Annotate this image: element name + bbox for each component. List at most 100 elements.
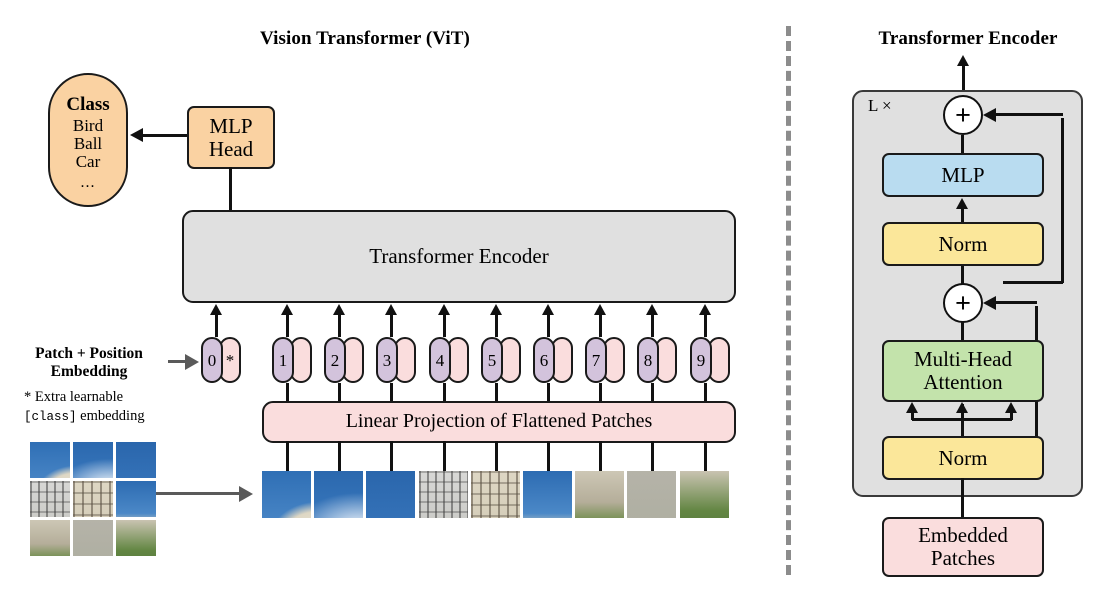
patch-line-3	[390, 441, 393, 473]
attention-label-line2: Attention	[923, 370, 1003, 394]
position-embedding-8: 8	[637, 337, 659, 383]
mlp-block-label: MLP	[941, 162, 985, 187]
footnote-class-code: [class]	[24, 409, 77, 424]
residual-add-top-symbol: +	[955, 99, 971, 130]
patch-line-8	[651, 441, 654, 473]
norm-block-upper-label: Norm	[938, 231, 988, 256]
footnote-line2-suffix: embedding	[76, 407, 145, 424]
source-image-to-patches-line	[155, 492, 240, 496]
linear-projection-label: Linear Projection of Flattened Patches	[345, 410, 653, 433]
token-group-8: 8	[637, 337, 677, 383]
token-arrow-stem-7	[599, 315, 602, 337]
token-arrow-head-6	[542, 304, 554, 315]
token-arrow-head-3	[385, 304, 397, 315]
norm-block-lower: Norm	[882, 436, 1044, 480]
token-group-5: 5	[481, 337, 521, 383]
patch-line-5	[495, 441, 498, 473]
position-embedding-1: 1	[272, 337, 294, 383]
norm-to-mlp-arrowhead	[956, 198, 968, 209]
embedding-label-arrowhead	[185, 354, 199, 370]
encoder-output-arrowhead	[957, 55, 969, 66]
embedding-label-line2: Embedding	[50, 363, 128, 381]
panel-divider	[786, 26, 791, 575]
source-patch-r3c2	[73, 520, 113, 556]
position-embedding-3: 3	[376, 337, 398, 383]
source-patch-r2c2	[73, 481, 113, 517]
patch-tile-4	[419, 471, 468, 518]
token-arrow-stem-5	[495, 315, 498, 337]
position-embedding-0: 0	[201, 337, 223, 383]
patch-tile-5	[471, 471, 520, 518]
source-patch-r3c3	[116, 520, 156, 556]
token-arrow-stem-0	[215, 315, 218, 337]
footnote-line2: [class] embedding	[24, 407, 196, 426]
qkv-stem-value	[1010, 412, 1013, 420]
class-item-bird: Bird	[72, 115, 104, 135]
source-patch-r2c3	[116, 481, 156, 517]
source-patch-r1c2	[73, 442, 113, 478]
residual-skip-top-horizontal-upper	[995, 113, 1063, 116]
class-items-ellipsis: ...	[80, 173, 96, 191]
token-arrow-head-5	[490, 304, 502, 315]
patch-line-6	[547, 441, 550, 473]
attention-label-line1: Multi-Head	[914, 347, 1012, 372]
token-group-2: 2	[324, 337, 364, 383]
patch-position-embedding-label: Patch + Position Embedding	[14, 345, 164, 382]
token-group-7: 7	[585, 337, 625, 383]
source-patch-r3c1	[30, 520, 70, 556]
qkv-arrowhead-value	[1005, 402, 1017, 413]
token-group-4: 4	[429, 337, 469, 383]
class-item-car: Car	[75, 152, 101, 172]
residual-skip-top-horizontal-lower	[1003, 281, 1063, 284]
patch-tile-2	[314, 471, 363, 518]
transformer-encoder-label: Transformer Encoder	[369, 244, 549, 269]
position-embedding-9: 9	[690, 337, 712, 383]
patch-line-7	[599, 441, 602, 473]
position-embedding-7: 7	[585, 337, 607, 383]
token-group-6: 6	[533, 337, 573, 383]
residual-skip-top-vertical	[1061, 118, 1064, 283]
token-arrow-head-0	[210, 304, 222, 315]
class-token-footnote: * Extra learnable [class] embedding	[24, 388, 196, 425]
token-arrow-stem-6	[547, 315, 550, 337]
token-arrow-stem-8	[651, 315, 654, 337]
patch-line-1	[286, 441, 289, 473]
patch-line-4	[443, 441, 446, 473]
residual-skip-mid-arrowhead	[983, 296, 996, 310]
patch-tile-6	[523, 471, 572, 518]
patch-tile-7	[575, 471, 624, 518]
embedded-patches-label-line2: Patches	[930, 546, 996, 570]
encoder-to-mlp-head-line	[229, 167, 232, 213]
token-arrow-stem-4	[443, 315, 446, 337]
residual-add-top: +	[943, 95, 983, 135]
mlp-head-box: MLP Head	[187, 106, 275, 169]
residual-add-mid: +	[943, 283, 983, 323]
embedded-patches-to-norm-line	[961, 478, 964, 520]
mlp-head-to-class-line	[143, 134, 189, 137]
multi-head-attention-block: Multi-Head Attention	[882, 340, 1044, 402]
norm-block-upper: Norm	[882, 222, 1044, 266]
class-item-ball: Ball	[73, 134, 103, 154]
source-patch-r2c1	[30, 481, 70, 517]
qkv-arrowhead-query	[906, 402, 918, 413]
token-arrow-head-7	[594, 304, 606, 315]
mlp-head-label-line1: MLP	[209, 113, 253, 138]
qkv-arrowhead-key	[956, 402, 968, 413]
residual-skip-mid-horizontal-upper	[995, 301, 1037, 304]
patch-line-9	[704, 441, 707, 473]
token-group-9: 9	[690, 337, 730, 383]
token-arrow-head-2	[333, 304, 345, 315]
embedded-patches-label-line1: Embedded	[918, 523, 1008, 548]
residual-add-mid-symbol: +	[955, 287, 971, 318]
qkv-stem-query	[911, 412, 914, 420]
left-panel-title: Vision Transformer (ViT)	[260, 28, 470, 49]
token-arrow-head-9	[699, 304, 711, 315]
class-output-box: Class Bird Ball Car ...	[48, 73, 128, 207]
embedding-label-arrow-line	[168, 360, 186, 364]
encoder-output-line	[962, 63, 965, 93]
token-arrow-stem-9	[704, 315, 707, 337]
repeat-count-label: L ×	[868, 96, 892, 115]
patch-tile-8	[627, 471, 676, 518]
token-group-1: 1	[272, 337, 312, 383]
patch-tile-9	[680, 471, 729, 518]
